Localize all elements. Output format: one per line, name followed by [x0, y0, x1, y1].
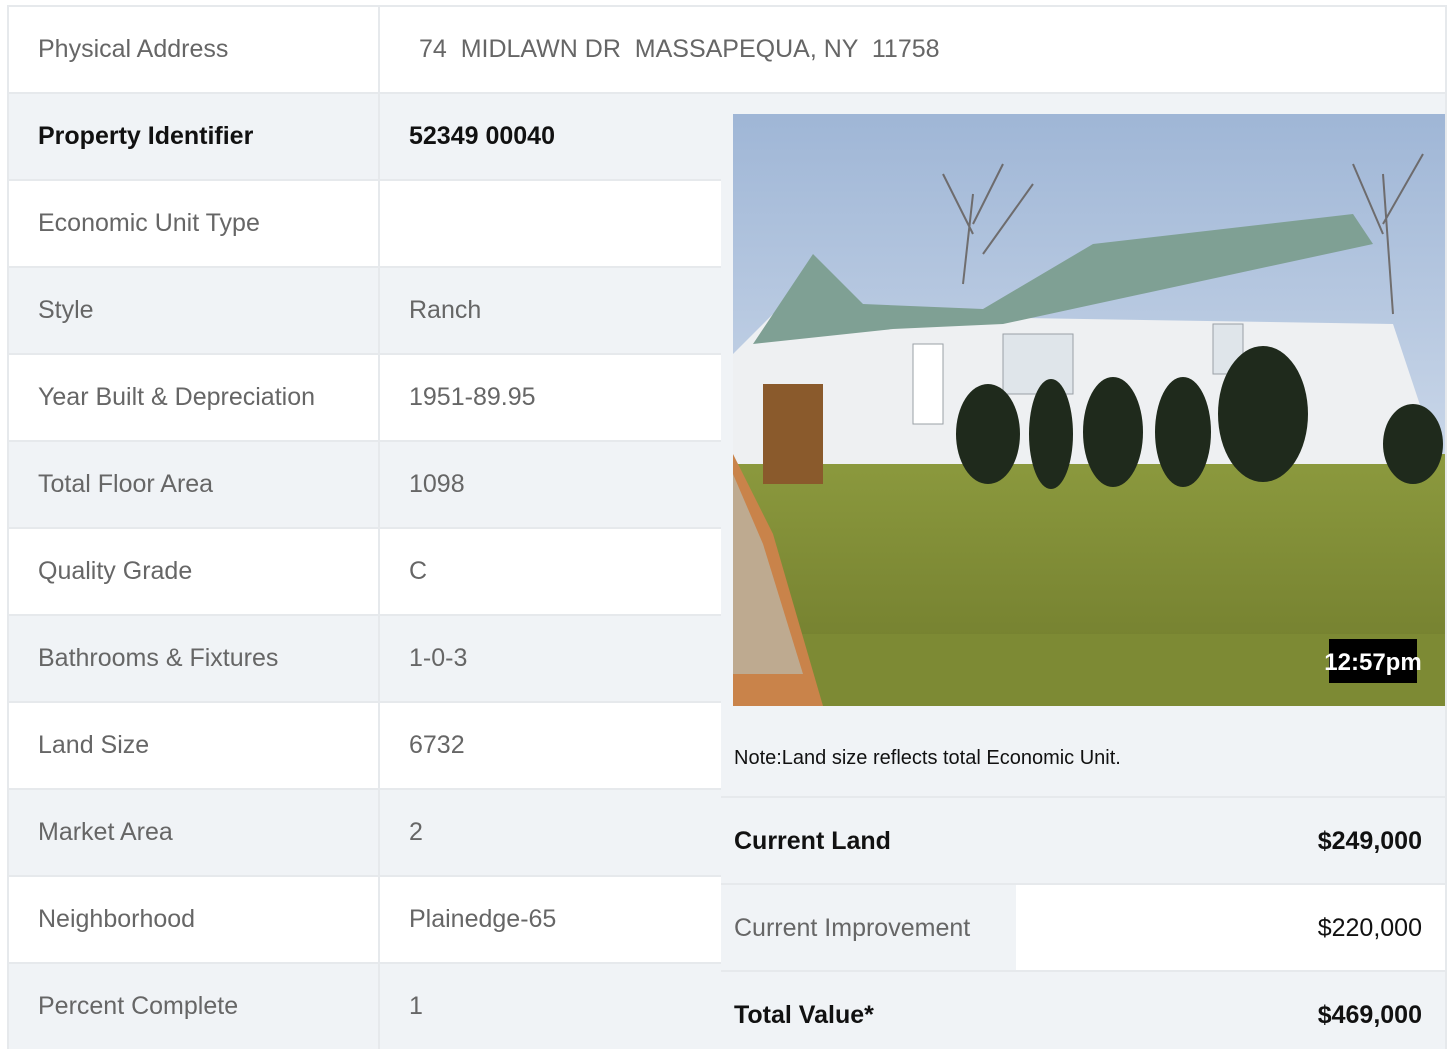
photo-timestamp: 12:57pm: [1324, 649, 1421, 676]
detail-value: 52349 00040: [409, 122, 555, 150]
photo-and-values-panel: 12:57pm Note:Land size reflects total Ec…: [721, 94, 1445, 1049]
detail-label: Economic Unit Type: [38, 209, 260, 237]
detail-label: Land Size: [38, 731, 150, 759]
address-value: 74 MIDLAWN DR MASSAPEQUA, NY 11758: [419, 35, 940, 63]
detail-row-year-built: Year Built & Depreciation 1951-89.95: [9, 355, 721, 442]
detail-row-economic-unit-type: Economic Unit Type: [9, 181, 721, 268]
detail-value: 1: [409, 992, 423, 1020]
value-amount: $249,000: [1016, 798, 1445, 885]
detail-value: C: [409, 557, 428, 585]
detail-row-total-floor-area: Total Floor Area 1098: [9, 442, 721, 529]
detail-value: 2: [409, 818, 423, 846]
detail-row-bathrooms: Bathrooms & Fixtures 1-0-3: [9, 616, 721, 703]
address-row: Physical Address 74 MIDLAWN DR MASSAPEQU…: [9, 7, 1445, 94]
property-photo: 12:57pm: [733, 114, 1445, 706]
detail-label: Total Floor Area: [38, 470, 214, 498]
detail-label: Bathrooms & Fixtures: [38, 644, 279, 672]
detail-label: Property Identifier: [38, 122, 254, 150]
detail-row-property-identifier: Property Identifier 52349 00040: [9, 94, 721, 181]
value-row-current-land: Current Land $249,000: [721, 798, 1445, 885]
detail-row-quality-grade: Quality Grade C: [9, 529, 721, 616]
value-label: Current Improvement: [734, 914, 971, 942]
detail-row-percent-complete: Percent Complete 1: [9, 964, 721, 1049]
detail-row-land-size: Land Size 6732: [9, 703, 721, 790]
value-amount: $220,000: [1016, 885, 1445, 972]
address-label: Physical Address: [38, 35, 229, 63]
value-row-current-improvement: Current Improvement $220,000: [721, 885, 1445, 972]
detail-label: Neighborhood: [38, 905, 196, 933]
value-label: Total Value*: [734, 1001, 874, 1029]
detail-value: 1098: [409, 470, 465, 498]
detail-label: Year Built & Depreciation: [38, 383, 316, 411]
detail-label: Style: [38, 296, 94, 324]
detail-value: 1-0-3: [409, 644, 468, 672]
detail-value: Plainedge-65: [409, 905, 557, 933]
detail-label: Percent Complete: [38, 992, 239, 1020]
property-record-table: Physical Address 74 MIDLAWN DR MASSAPEQU…: [7, 5, 1447, 1049]
detail-row-neighborhood: Neighborhood Plainedge-65: [9, 877, 721, 964]
detail-value: Ranch: [409, 296, 482, 324]
value-amount: $469,000: [1016, 972, 1445, 1049]
detail-label: Market Area: [38, 818, 173, 846]
land-size-note: Note:Land size reflects total Economic U…: [734, 747, 1121, 769]
detail-label: Quality Grade: [38, 557, 193, 585]
value-row-total-value: Total Value* $469,000: [721, 972, 1445, 1049]
house-photo-illustration: 12:57pm: [733, 114, 1445, 706]
value-label: Current Land: [734, 827, 891, 855]
detail-row-style: Style Ranch: [9, 268, 721, 355]
detail-value: 1951-89.95: [409, 383, 536, 411]
detail-row-market-area: Market Area 2: [9, 790, 721, 877]
detail-value: 6732: [409, 731, 465, 759]
